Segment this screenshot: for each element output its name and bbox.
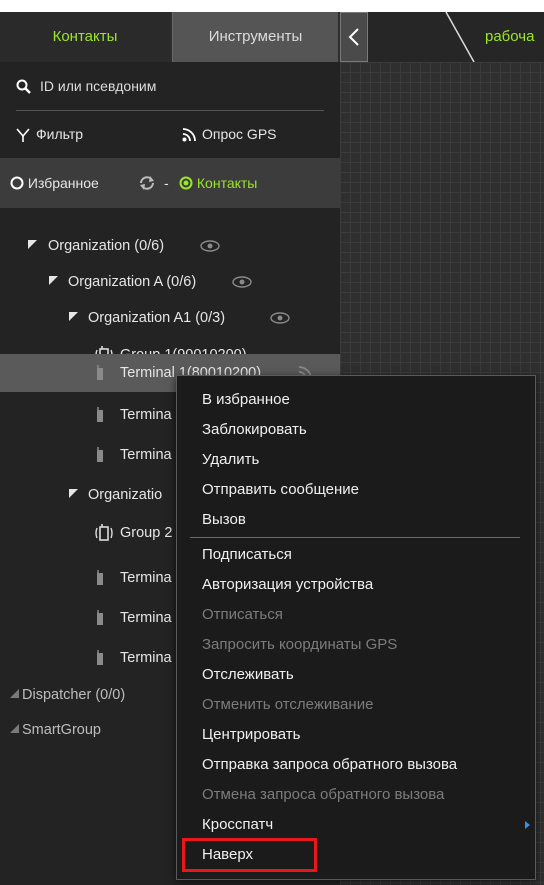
tree-node-label: Organizatio [88,487,163,503]
refresh-icon [140,176,154,190]
menu-divider [190,537,520,538]
group-radio-icon [95,524,113,541]
eye-icon[interactable] [200,240,220,252]
tree-node-label: Dispatcher (0/0) [22,687,126,703]
favorites-contacts-row: Избранное - Контакты [0,158,340,208]
favorites-radio[interactable]: Избранное [10,158,99,208]
menu-item-send-message[interactable]: Отправить сообщение [202,475,359,505]
menu-item-call[interactable]: Вызов [202,505,246,535]
filter-icon [16,128,30,143]
expand-triangle-icon[interactable] [49,276,58,285]
radio-empty-icon [10,176,24,190]
menu-item-request-gps: Запросить координаты GPS [202,636,398,653]
expand-triangle-icon[interactable] [69,312,78,321]
tree-node-label: Termina [120,447,172,463]
menu-item-track[interactable]: Отслеживать [202,660,294,690]
expand-triangle-icon[interactable] [28,240,37,249]
filter-button[interactable]: Фильтр [16,112,83,156]
sidebar-tab-bar: Контакты Инструменты [0,12,340,62]
separator-dash: - [164,175,169,191]
tree-node-organization-a[interactable]: Organization A (0/6) [0,264,340,300]
expand-triangle-icon[interactable] [69,489,78,498]
eye-icon[interactable] [232,276,252,288]
tab-contacts[interactable]: Контакты [0,12,170,62]
search-icon [16,79,31,94]
eye-icon[interactable] [270,312,290,324]
refresh-button[interactable] [138,158,156,208]
radio-terminal-icon [97,610,103,625]
submenu-arrow-icon [525,821,530,829]
search-bar[interactable]: ID или псевдоним [16,62,324,111]
tree-node-organization-a1[interactable]: Organization A1 (0/3) [0,300,340,336]
gps-poll-button[interactable]: Опрос GPS [182,112,277,156]
tree-node-label: Organization (0/6) [48,238,165,254]
radio-selected-icon [179,176,193,190]
rss-icon [182,128,196,142]
tree-node-label: Termina [120,407,172,423]
menu-item-delete[interactable]: Удалить [202,445,259,475]
tab-divider-icon [445,12,475,62]
chevron-left-icon [348,28,359,46]
collapsed-triangle-icon[interactable] [10,724,19,733]
sidebar-toolbar: Фильтр Опрос GPS [0,112,340,156]
menu-item-device-auth[interactable]: Авторизация устройства [202,570,373,600]
workspace-tab-title[interactable]: рабоча [485,12,534,62]
radio-terminal-icon [97,365,103,380]
radio-terminal-icon [97,447,103,462]
collapsed-triangle-icon[interactable] [10,689,19,698]
tree-node-label: Organization A (0/6) [68,274,197,290]
menu-item-unsubscribe: Отписаться [202,606,283,623]
radio-terminal-icon [97,570,103,585]
search-input[interactable]: ID или псевдоним [40,62,156,110]
menu-item-subscribe[interactable]: Подписаться [202,540,292,570]
favorites-label: Избранное [27,175,99,191]
menu-item-crosspatch[interactable]: Кросспатч [202,810,273,840]
radio-terminal-icon [97,407,103,422]
contacts-radio[interactable]: Контакты [179,158,257,208]
tab-tools[interactable]: Инструменты [172,12,338,62]
contacts-label: Контакты [196,175,258,191]
gps-label: Опрос GPS [202,126,277,142]
radio-terminal-icon [97,650,103,665]
tree-node-label: Termina [120,610,172,626]
menu-item-center[interactable]: Центрировать [202,720,301,750]
filter-label: Фильтр [36,126,84,142]
menu-item-cancel-track: Отменить отслеживание [202,696,374,713]
tree-node-label: Group 2 [120,525,173,541]
window-top-strip [0,0,544,12]
collapse-sidebar-button[interactable] [340,12,368,62]
menu-item-add-favorite[interactable]: В избранное [202,385,290,415]
tree-node-label: SmartGroup [22,722,101,738]
tree-node-organization[interactable]: Organization (0/6) [0,228,340,264]
tree-node-label: Organization A1 (0/3) [88,310,226,326]
highlight-box [182,838,317,872]
menu-item-callback-request[interactable]: Отправка запроса обратного вызова [202,750,457,780]
menu-item-cancel-callback: Отмена запроса обратного вызова [202,786,445,803]
tree-node-label: Termina [120,650,172,666]
menu-item-block[interactable]: Заблокировать [202,415,307,445]
tree-node-label: Termina [120,570,172,586]
